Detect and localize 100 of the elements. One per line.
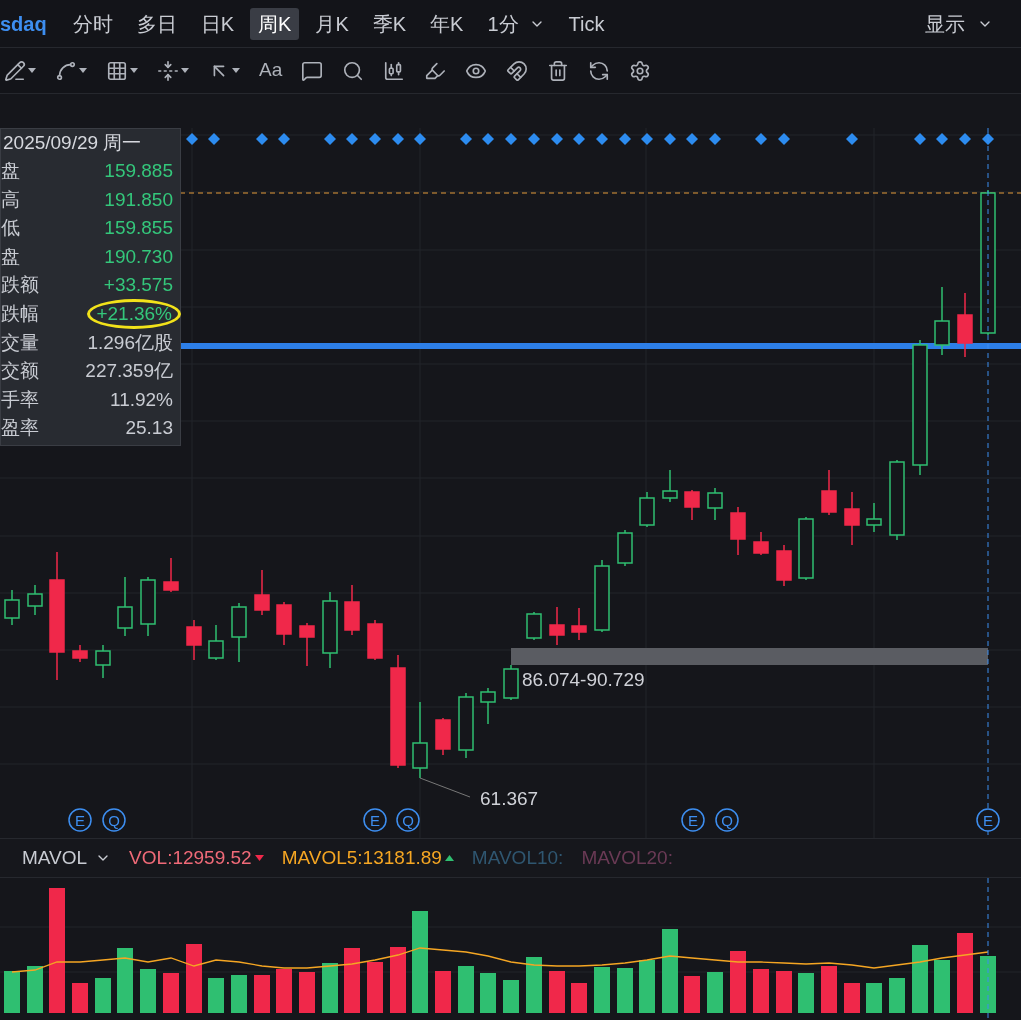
pen-icon xyxy=(4,59,26,82)
event-diamond-icon xyxy=(208,133,220,145)
candlestick xyxy=(72,644,88,663)
volume-bar xyxy=(367,962,383,1013)
info-value: 227.359亿 xyxy=(85,359,173,384)
candlestick-icon xyxy=(383,59,406,82)
event-marker[interactable]: E xyxy=(976,808,1000,832)
volume-bar xyxy=(186,944,202,1013)
period-tab[interactable]: 月K xyxy=(307,7,357,40)
volume-bar xyxy=(72,983,88,1013)
info-value: +21.36% xyxy=(87,299,181,330)
indicator-dropdown[interactable]: MAVOL xyxy=(22,843,112,873)
candlestick xyxy=(957,292,973,358)
caret-icon xyxy=(232,68,240,73)
volume-bar xyxy=(117,948,133,1013)
trash-icon xyxy=(547,59,570,82)
toolbar-button[interactable] xyxy=(301,59,324,82)
event-marker[interactable]: Q xyxy=(715,808,739,832)
candlestick xyxy=(844,491,860,546)
candlestick xyxy=(934,286,950,356)
toolbar-button[interactable] xyxy=(383,59,406,82)
symbol-label[interactable]: sdaq xyxy=(0,8,47,39)
interval-dropdown[interactable]: 1分 xyxy=(479,7,553,40)
info-label: 交量 xyxy=(1,330,39,355)
settings-icon xyxy=(629,59,652,82)
event-diamond-icon xyxy=(641,133,653,145)
candlestick xyxy=(707,487,723,521)
event-diamond-icon xyxy=(346,133,358,145)
volume-bar xyxy=(753,969,769,1013)
toolbar-button[interactable] xyxy=(106,59,138,82)
event-marker[interactable]: E xyxy=(68,808,92,832)
event-diamond-icon xyxy=(278,133,290,145)
volume-bar xyxy=(299,972,315,1013)
font-tool-button[interactable]: Aa xyxy=(259,56,283,85)
period-tab[interactable]: 季K xyxy=(364,7,415,40)
event-marker[interactable]: E xyxy=(363,808,387,832)
volume-bar xyxy=(322,963,338,1013)
event-diamond-icon xyxy=(256,133,268,145)
event-diamond-icon xyxy=(551,133,563,145)
candlestick xyxy=(344,584,360,636)
toolbar-button[interactable] xyxy=(342,59,365,82)
low-price-label: 61.367 xyxy=(480,788,539,809)
volume-bar xyxy=(95,978,111,1013)
volume-bar xyxy=(140,969,156,1013)
candlestick xyxy=(163,557,179,593)
cycle-icon xyxy=(588,59,611,82)
volume-bar xyxy=(549,971,565,1013)
candlestick xyxy=(299,622,315,667)
period-tab[interactable]: 年K xyxy=(422,7,472,40)
caret-icon xyxy=(79,68,87,73)
volume-bar xyxy=(526,957,542,1013)
candlestick xyxy=(798,516,814,581)
event-diamond-icon xyxy=(982,133,994,145)
candlestick xyxy=(776,544,792,587)
candlestick xyxy=(730,506,746,556)
candlestick xyxy=(526,611,542,641)
event-marker[interactable]: E xyxy=(681,808,705,832)
event-diamond-icon xyxy=(846,133,858,145)
candlestick xyxy=(231,602,247,663)
toolbar-button[interactable] xyxy=(588,59,611,82)
candlestick xyxy=(503,664,519,701)
toolbar-button[interactable] xyxy=(55,59,87,82)
candlestick xyxy=(208,624,224,661)
volume-bar xyxy=(231,975,247,1013)
indicator-value: MAVOL10: xyxy=(471,845,564,870)
info-value: +33.575 xyxy=(103,273,173,298)
toolbar-button[interactable] xyxy=(157,59,189,82)
period-tab[interactable]: Tick xyxy=(560,7,613,40)
volume-bar xyxy=(798,973,814,1013)
toolbar-button[interactable] xyxy=(4,59,36,82)
candlestick xyxy=(480,687,496,725)
candlestick xyxy=(186,619,202,661)
volume-bar xyxy=(571,983,587,1013)
volume-bar xyxy=(254,975,270,1013)
event-marker[interactable]: Q xyxy=(396,808,420,832)
info-label: 高 xyxy=(1,187,20,212)
volume-bar xyxy=(776,971,792,1013)
search-icon xyxy=(342,59,365,82)
period-tab[interactable]: 周K xyxy=(250,7,300,40)
toolbar-button[interactable] xyxy=(506,59,529,82)
event-diamond-icon xyxy=(324,133,336,145)
event-marker[interactable]: Q xyxy=(102,808,126,832)
info-value: 1.296亿股 xyxy=(87,330,173,355)
candlestick xyxy=(435,717,451,756)
volume-bar xyxy=(435,971,451,1013)
period-tab[interactable]: 日K xyxy=(192,7,243,40)
info-label: 跌幅 xyxy=(1,302,39,326)
volume-bar xyxy=(344,948,360,1013)
magnet-icon xyxy=(506,59,529,82)
date-label: 2025/09/29 周一 xyxy=(2,131,143,155)
toolbar-button[interactable] xyxy=(547,59,570,82)
period-tab[interactable]: 分时 xyxy=(64,7,121,40)
display-dropdown[interactable]: 显示 xyxy=(925,8,993,39)
event-diamond-icon xyxy=(392,133,404,145)
volume-bar xyxy=(866,983,882,1013)
event-diamond-icon xyxy=(914,133,926,145)
toolbar-button[interactable] xyxy=(629,59,652,82)
event-diamond-icon xyxy=(528,133,540,145)
period-tab[interactable]: 多日 xyxy=(128,7,185,40)
event-diamond-icon xyxy=(709,133,721,145)
